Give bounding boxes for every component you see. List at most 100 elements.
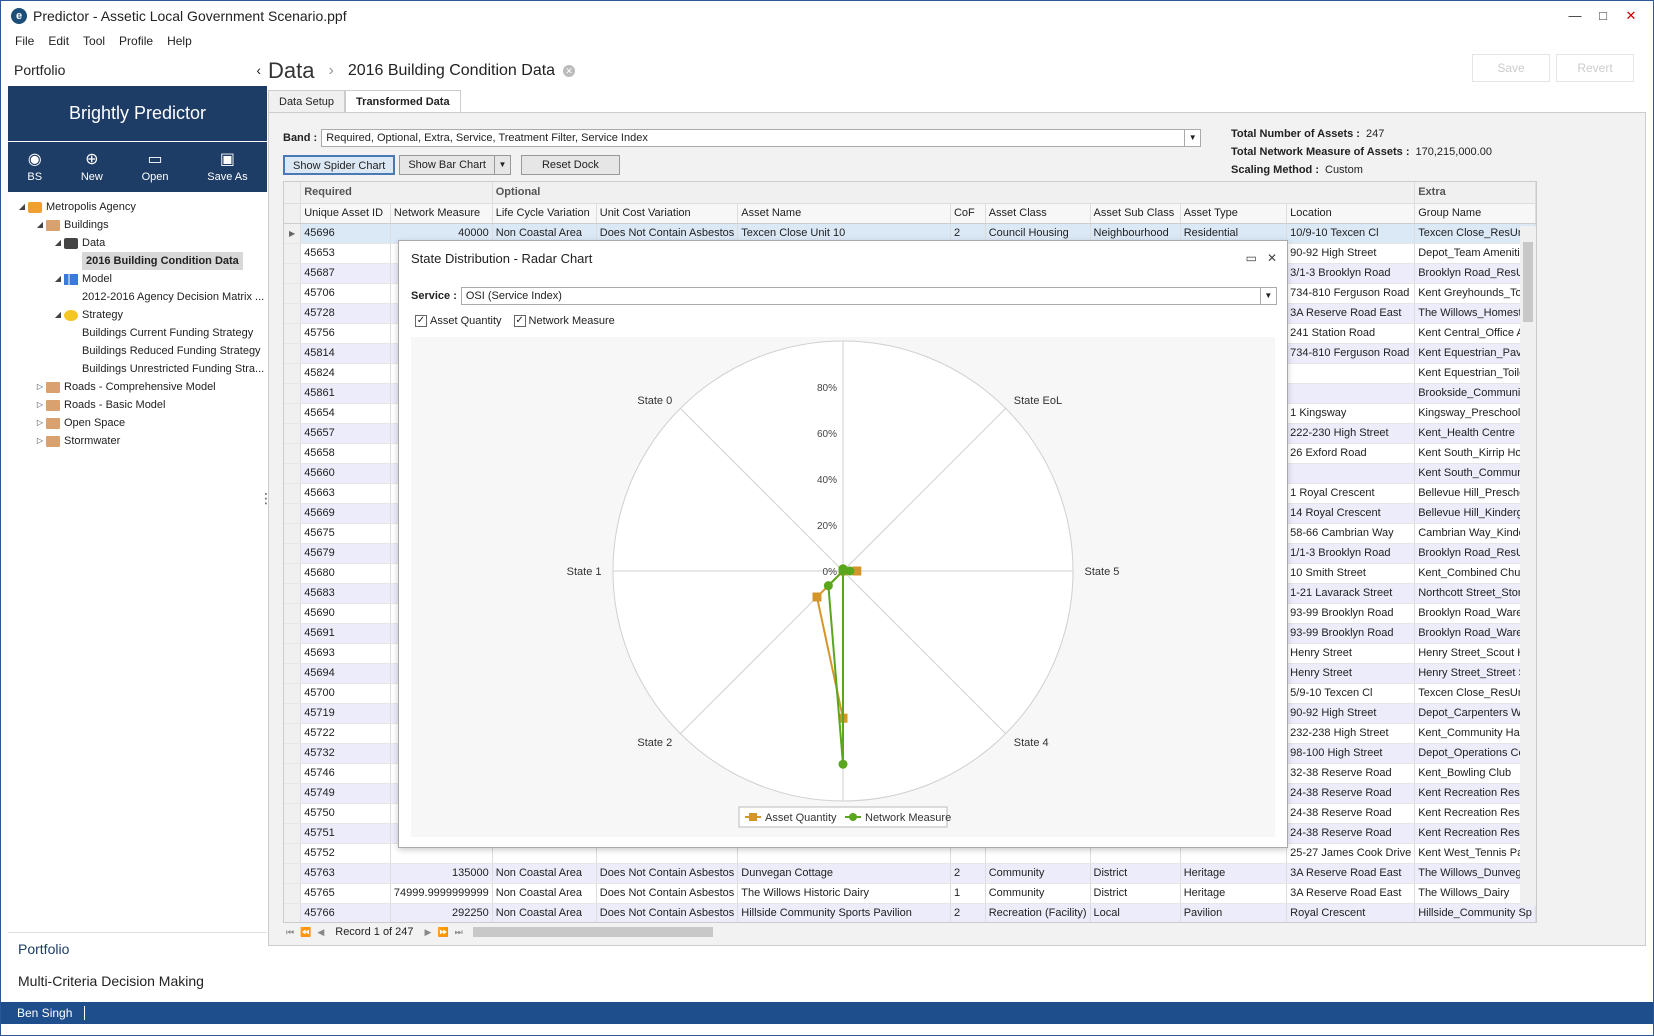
tree-node[interactable]: ◢ Model	[8, 270, 267, 288]
reset-dock-button[interactable]: Reset Dock	[520, 155, 620, 175]
bld-icon	[46, 219, 60, 231]
expand-arrow-icon[interactable]: ◢	[52, 234, 64, 252]
tree-node[interactable]: ◢ Metropolis Agency	[8, 198, 267, 216]
show-spider-chart-button[interactable]: Show Spider Chart	[283, 155, 396, 175]
table-cell: 45694	[300, 663, 391, 684]
column-header[interactable]: Asset Sub Class	[1090, 203, 1181, 224]
column-header[interactable]: Asset Type	[1180, 203, 1288, 224]
scroll-thumb[interactable]	[1523, 242, 1533, 322]
maximize-button[interactable]: □	[1589, 5, 1617, 27]
last-record-icon[interactable]: ⏭	[455, 927, 463, 938]
close-icon[interactable]: ✕	[1267, 251, 1277, 265]
nav-portfolio[interactable]: Portfolio	[8, 932, 267, 965]
grid-navigator: ⏮ ⏪ ◀ Record 1 of 247 ▶ ⏩ ⏭	[283, 923, 1537, 941]
next-record-icon[interactable]: ▶	[425, 927, 432, 938]
revert-button[interactable]: Revert	[1556, 54, 1634, 82]
tree-node[interactable]: ▷ Stormwater	[8, 432, 267, 450]
new-button[interactable]: ⊕ New	[81, 151, 103, 183]
tree-node[interactable]: ◢ Strategy	[8, 306, 267, 324]
tree-node[interactable]: 2016 Building Condition Data	[8, 252, 267, 270]
totals-panel: Total Number of Assets : 247 Total Networ…	[1231, 125, 1492, 179]
menu-tool[interactable]: Tool	[83, 34, 105, 48]
maximize-icon[interactable]: ▭	[1246, 251, 1257, 265]
tab-data-setup[interactable]: Data Setup	[268, 90, 346, 113]
show-bar-chart-button[interactable]: Show Bar Chart	[399, 155, 495, 175]
band-label: Band :	[283, 132, 318, 144]
column-header[interactable]: Network Measure	[390, 203, 493, 224]
column-header[interactable]: Location	[1286, 203, 1416, 224]
tree-node[interactable]: ▷ Roads - Basic Model	[8, 396, 267, 414]
scroll-thumb[interactable]	[473, 927, 713, 937]
column-header[interactable]: Unique Asset ID	[300, 203, 391, 224]
tree-node[interactable]: ◢ Buildings	[8, 216, 267, 234]
network-measure-checkbox[interactable]: ✓ Network Measure	[513, 315, 615, 327]
breadcrumb-root[interactable]: Data	[268, 58, 314, 84]
nav-mcdm[interactable]: Multi-Criteria Decision Making	[8, 965, 267, 997]
close-button[interactable]: ✕	[1617, 5, 1645, 27]
left-toolbar: ◉ BS ⊕ New ▭ Open ▣ Save As	[8, 142, 267, 192]
expand-arrow-icon[interactable]: ▷	[34, 432, 46, 450]
scaling-method-label: Scaling Method :	[1231, 164, 1319, 176]
tree-node[interactable]: Buildings Current Funding Strategy	[8, 324, 267, 342]
expand-arrow-icon[interactable]: ▷	[34, 414, 46, 432]
table-cell: 135000	[390, 863, 493, 884]
tree-node[interactable]: ◢ Data	[8, 234, 267, 252]
expand-arrow-icon[interactable]: ◢	[16, 198, 28, 216]
menu-help[interactable]: Help	[167, 34, 192, 48]
asset-quantity-checkbox[interactable]: ✓ Asset Quantity	[415, 315, 502, 327]
column-header[interactable]: CoF	[950, 203, 986, 224]
expand-arrow-icon[interactable]: ▷	[34, 396, 46, 414]
prev-record-icon[interactable]: ◀	[317, 927, 324, 938]
table-row[interactable]: 45763 135000 Non Coastal Area Does Not Cont…	[284, 863, 1536, 884]
user-icon: ◉	[27, 150, 42, 168]
save-as-button[interactable]: ▣ Save As	[207, 150, 247, 183]
first-record-icon[interactable]: ⏮	[286, 927, 294, 938]
table-cell: Depot_Operations Ce	[1414, 743, 1536, 764]
column-header[interactable]: Group Name	[1414, 203, 1536, 224]
column-header[interactable]: Life Cycle Variation	[492, 203, 597, 224]
table-row[interactable]: 45766 292250 Non Coastal Area Does Not Cont…	[284, 903, 1536, 922]
save-icon: ▣	[219, 150, 235, 168]
column-header[interactable]: Asset Name	[737, 203, 951, 224]
prev-page-icon[interactable]: ⏪	[300, 927, 311, 938]
model-icon	[64, 273, 78, 285]
row-indicator	[284, 583, 302, 604]
band-select[interactable]: Required, Optional, Extra, Service, Trea…	[321, 129, 1202, 147]
column-header[interactable]: Unit Cost Variation	[596, 203, 739, 224]
tab-transformed-data[interactable]: Transformed Data	[345, 90, 461, 113]
service-select[interactable]: OSI (Service Index) ▼	[460, 287, 1277, 305]
chevron-down-icon[interactable]: ▼	[1259, 288, 1276, 304]
chevron-down-icon[interactable]: ▼	[494, 155, 511, 175]
collapse-panel-icon[interactable]: ‹	[256, 62, 261, 78]
tree-node[interactable]: Buildings Unrestricted Funding Stra...	[8, 360, 267, 378]
status-bar: Ben Singh	[1, 1002, 1653, 1024]
table-cell: 45654	[300, 403, 391, 424]
menu-profile[interactable]: Profile	[119, 34, 153, 48]
tree-node[interactable]: 2012-2016 Agency Decision Matrix ...	[8, 288, 267, 306]
tree-node[interactable]: ▷ Open Space	[8, 414, 267, 432]
chevron-down-icon[interactable]: ▼	[1184, 130, 1200, 146]
table-cell: Kent_Community Hall	[1414, 723, 1536, 744]
expand-arrow-icon[interactable]: ◢	[52, 270, 64, 288]
menu-edit[interactable]: Edit	[48, 34, 69, 48]
vertical-scrollbar[interactable]	[1520, 226, 1536, 906]
table-cell: 45693	[300, 643, 391, 664]
open-button[interactable]: ▭ Open	[142, 151, 169, 183]
data-point	[838, 566, 848, 576]
radar-chart-window: State Distribution - Radar Chart ▭ ✕ Ser…	[398, 240, 1288, 848]
expand-arrow-icon[interactable]: ▷	[34, 378, 46, 396]
save-button[interactable]: Save	[1472, 54, 1550, 82]
table-cell: 2	[950, 903, 986, 922]
expand-arrow-icon[interactable]: ◢	[52, 306, 64, 324]
table-row[interactable]: 45765 74999.9999999999 Non Coastal Area Doe…	[284, 883, 1536, 904]
close-doc-icon[interactable]: ✕	[563, 65, 576, 77]
tree-node[interactable]: Buildings Reduced Funding Strategy	[8, 342, 267, 360]
bs-button[interactable]: ◉ BS	[27, 150, 42, 183]
column-header[interactable]: Asset Class	[985, 203, 1091, 224]
minimize-button[interactable]: —	[1561, 5, 1589, 27]
tree-node[interactable]: ▷ Roads - Comprehensive Model	[8, 378, 267, 396]
horizontal-scrollbar[interactable]	[473, 927, 1513, 937]
expand-arrow-icon[interactable]: ◢	[34, 216, 46, 234]
menu-file[interactable]: File	[15, 34, 34, 48]
next-page-icon[interactable]: ⏩	[437, 927, 448, 938]
